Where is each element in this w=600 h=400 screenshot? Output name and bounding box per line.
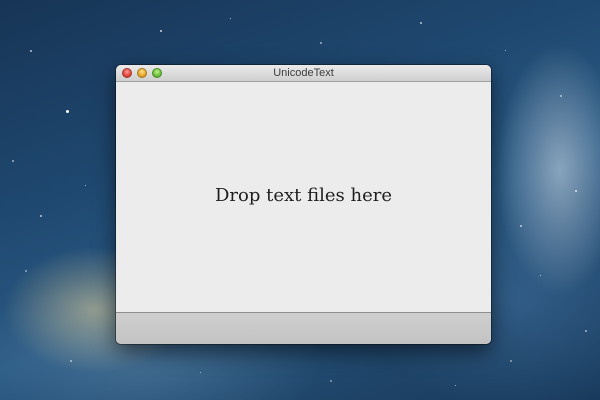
star (66, 110, 69, 113)
star (40, 215, 42, 217)
star (575, 190, 577, 192)
star (540, 275, 541, 276)
drop-message: Drop text files here (215, 185, 392, 206)
star (230, 18, 231, 19)
star (200, 372, 201, 373)
star (25, 270, 27, 272)
bottom-bar (116, 312, 491, 344)
star (85, 185, 86, 186)
star (560, 95, 562, 97)
window-title: UnicodeText (273, 67, 334, 79)
star (30, 50, 32, 52)
star (455, 385, 456, 386)
star (510, 360, 512, 362)
star (320, 42, 322, 44)
star (12, 160, 14, 162)
app-window[interactable]: UnicodeText Drop text files here (116, 65, 491, 344)
star (160, 30, 162, 32)
star (70, 360, 72, 362)
star (420, 22, 422, 24)
star (330, 380, 332, 382)
star (585, 330, 587, 332)
star (505, 50, 506, 51)
star (520, 225, 522, 227)
drop-zone[interactable]: Drop text files here (116, 82, 491, 312)
title-bar[interactable]: UnicodeText (116, 65, 491, 82)
